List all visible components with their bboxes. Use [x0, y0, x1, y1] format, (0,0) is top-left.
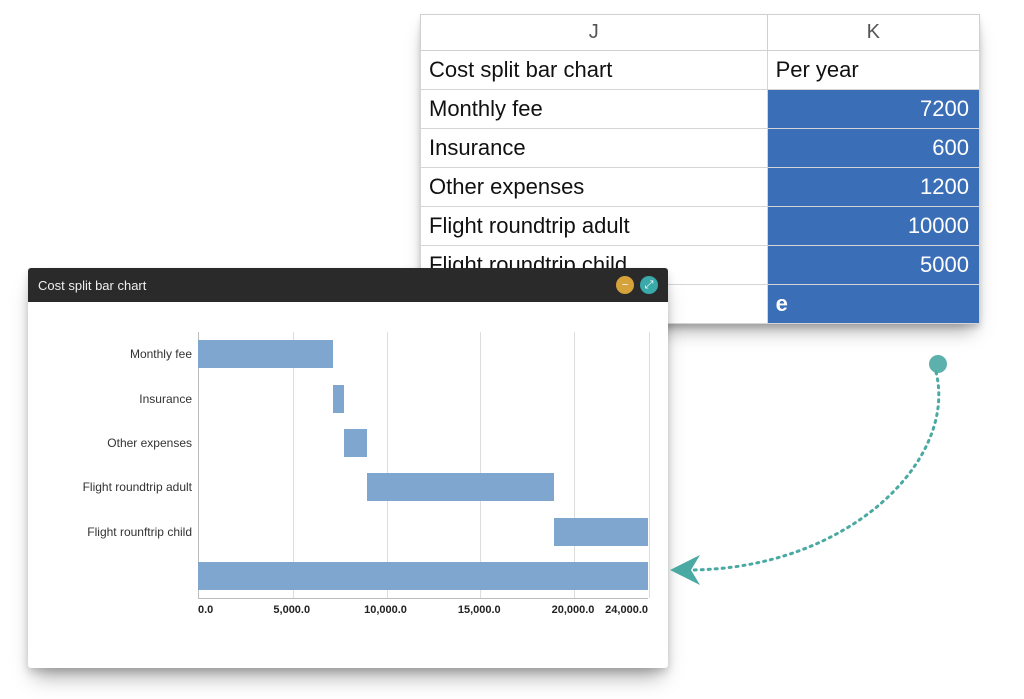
row-value[interactable]: 600: [767, 129, 979, 168]
x-tick-label: 10,000.0: [364, 604, 407, 616]
x-tick-label: 0.0: [198, 604, 213, 616]
row-label[interactable]: Insurance: [421, 129, 768, 168]
table-row[interactable]: Insurance 600: [421, 129, 980, 168]
y-tick-label: Insurance: [48, 392, 192, 406]
y-tick-label: Flight rounftrip child: [48, 525, 192, 539]
chart-bar: [554, 518, 648, 546]
x-tick-label: 20,000.0: [552, 604, 595, 616]
row-label[interactable]: Other expenses: [421, 168, 768, 207]
chart-bar: [198, 562, 648, 590]
title-cell[interactable]: Cost split bar chart: [421, 51, 768, 90]
chart-title: Cost split bar chart: [38, 278, 610, 293]
x-axis-labels: 0.0 5,000.0 10,000.0 15,000.0 20,000.0 24,000…: [198, 604, 648, 628]
x-tick-label: 15,000.0: [458, 604, 501, 616]
arrow-annotation: [658, 350, 978, 610]
chart-plot: Monthly fee Insurance Other expenses Flight…: [48, 332, 648, 642]
y-tick-label: Flight roundtrip adult: [48, 480, 192, 494]
chart-bar: [333, 385, 344, 413]
y-tick-label: Other expenses: [48, 436, 192, 450]
chart-bar: [367, 473, 555, 501]
x-tick-label: 24,000.0: [605, 604, 648, 616]
fullscreen-icon[interactable]: ⤢: [640, 276, 658, 294]
row-label[interactable]: Flight roundtrip adult: [421, 207, 768, 246]
title-value-cell[interactable]: Per year: [767, 51, 979, 90]
row-value[interactable]: 7200: [767, 90, 979, 129]
tail-cell[interactable]: e: [767, 285, 979, 324]
table-row[interactable]: Flight roundtrip adult 10000: [421, 207, 980, 246]
table-row[interactable]: Cost split bar chart Per year: [421, 51, 980, 90]
table-row[interactable]: Other expenses 1200: [421, 168, 980, 207]
chart-header: Cost split bar chart − ⤢: [28, 268, 668, 302]
arrow-start-dot: [929, 355, 947, 373]
row-value[interactable]: 10000: [767, 207, 979, 246]
column-header-j[interactable]: J: [421, 15, 768, 51]
chart-bar: [198, 340, 333, 368]
row-value[interactable]: 1200: [767, 168, 979, 207]
chart-card: Cost split bar chart − ⤢ Monthly fee Insu…: [28, 268, 668, 668]
y-tick-label: Monthly fee: [48, 347, 192, 361]
chart-bar: [344, 429, 367, 457]
y-axis-labels: Monthly fee Insurance Other expenses Flight…: [48, 332, 198, 598]
minimize-icon[interactable]: −: [616, 276, 634, 294]
chart-bars: [198, 332, 648, 598]
x-tick-label: 5,000.0: [273, 604, 310, 616]
column-header-k[interactable]: K: [767, 15, 979, 51]
arrow-path: [688, 372, 939, 570]
row-label[interactable]: Monthly fee: [421, 90, 768, 129]
row-value[interactable]: 5000: [767, 246, 979, 285]
table-row[interactable]: Monthly fee 7200: [421, 90, 980, 129]
grid-line: [649, 332, 650, 598]
